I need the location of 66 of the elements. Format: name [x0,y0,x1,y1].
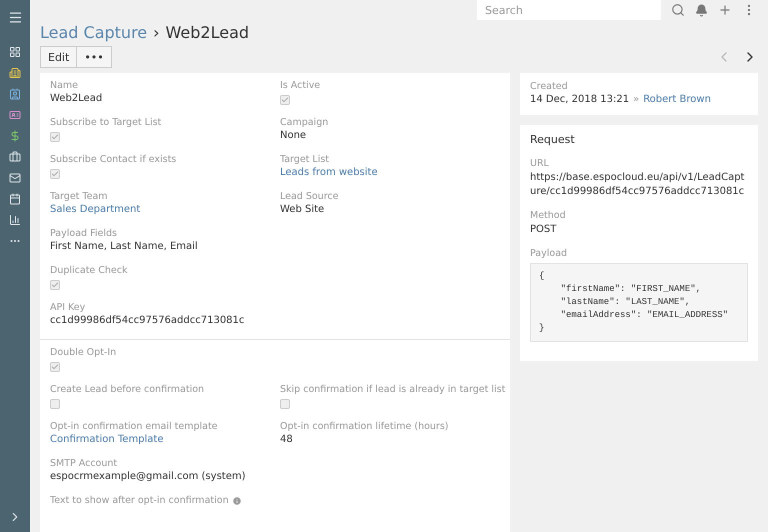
user-link[interactable]: Robert Brown [643,94,711,105]
field-label: URL [530,158,550,169]
checkbox[interactable] [50,132,60,142]
building-icon[interactable] [9,67,21,79]
field-label: Payload [530,248,568,259]
field-link[interactable]: Leads from website [280,167,508,178]
field-label: Payload Fields [50,228,118,239]
panel-title: Request [530,133,576,146]
edit-button[interactable]: Edit [40,46,78,68]
field-label: Name [50,80,80,91]
id-card-icon[interactable] [9,109,21,121]
search-icon[interactable] [671,3,685,17]
field-label: Target List [280,154,330,165]
field-label: Lead Source [280,191,340,202]
briefcase-icon[interactable] [9,151,21,163]
created-date: 14 Dec, 2018 13:21 [530,94,630,105]
checkbox[interactable] [50,362,60,372]
more-button[interactable]: ••• [76,46,112,68]
checkbox[interactable] [280,95,290,105]
field-value: https://base.espocloud.eu/api/v1/LeadCapture/cc1d99986df54cc97576addcc713081c [530,171,746,199]
breadcrumb-separator: › [153,23,160,42]
field-value: None [280,130,308,141]
info-icon[interactable] [232,496,242,506]
bar-chart-icon[interactable] [9,214,21,226]
dollar-icon[interactable] [9,130,21,142]
field-value: Web Site [280,204,326,215]
field-value: cc1d99986df54cc97576addcc713081c [50,315,246,326]
breadcrumb-link[interactable]: Lead Capture [40,23,148,42]
field-value: POST [530,223,558,237]
field-link[interactable]: Confirmation Template [50,434,280,445]
field-label: Opt-in confirmation lifetime (hours) [280,421,450,432]
field-label: Skip confirmation if lead is already in target list [280,384,506,395]
separator: » [633,94,640,105]
checkbox[interactable] [50,280,60,290]
field-value: First Name, Last Name, Email [50,241,199,252]
plus-icon[interactable] [718,3,732,17]
checkbox[interactable] [50,399,60,409]
checkbox[interactable] [50,169,60,179]
menu-icon[interactable] [8,10,22,25]
field-value: 48 [280,434,294,445]
field-label: Create Lead before confirmation [50,384,206,395]
search-field[interactable]: Search [477,0,661,20]
field-label: Double Opt-In [50,347,118,358]
checkbox[interactable] [280,399,290,409]
field-label: API Key [50,302,86,313]
grid-icon[interactable] [9,46,21,58]
field-label: Target Team [50,191,109,202]
code-block: { "firstName": "FIRST_NAME", "lastName": "LAST_NAME", "emailAddress": "EMAIL_ADDRESS" } [530,263,748,342]
page-title: Web2Lead [166,23,250,42]
field-label: Is Active [280,80,322,91]
field-label: Created [530,81,569,92]
field-label: Opt-in confirmation email template [50,421,219,432]
calendar-icon[interactable] [9,193,21,205]
field-label: Subscribe to Target List [50,117,162,128]
field-label: SMTP Account [50,458,118,469]
field-label: Campaign [280,117,330,128]
field-value: espocrmexample@gmail.com (system) [50,471,246,482]
field-label: Subscribe Contact if exists [50,154,178,165]
field-label: Method [530,210,567,221]
field-link[interactable]: Sales Department [50,204,280,215]
field-label: Duplicate Check [50,265,129,276]
contact-card-icon[interactable] [9,88,21,100]
bell-icon[interactable] [695,4,708,16]
field-value: Web2Lead [50,93,104,104]
mail-icon[interactable] [9,172,21,184]
field-label: Text to show after opt-in confirmation [50,495,229,506]
